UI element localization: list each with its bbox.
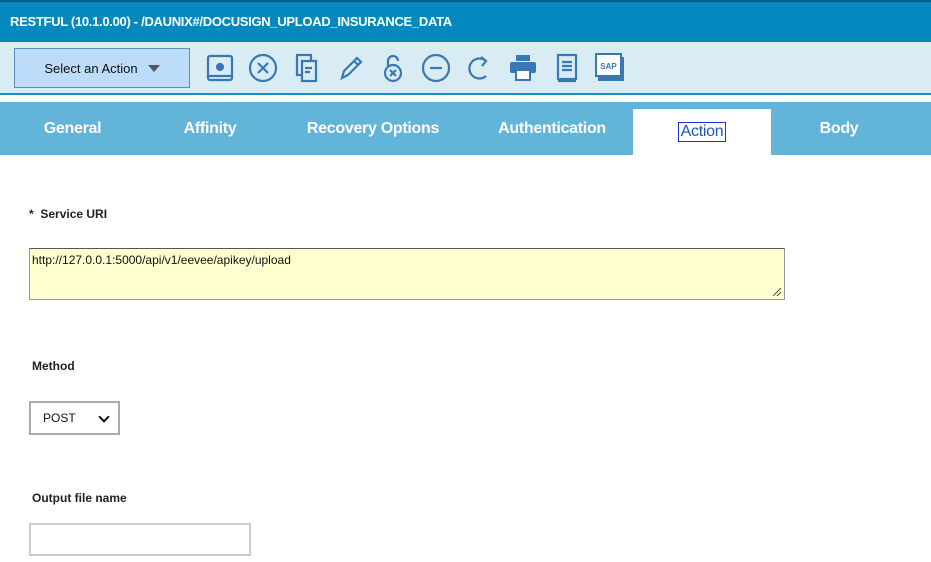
tab-body[interactable]: Body bbox=[771, 102, 907, 155]
sap-icon[interactable]: SAP bbox=[594, 52, 626, 84]
save-disk-icon[interactable] bbox=[204, 52, 236, 84]
unlock-x-icon[interactable] bbox=[377, 52, 409, 84]
select-action-label: Select an Action bbox=[44, 60, 138, 76]
remove-minus-icon[interactable] bbox=[420, 52, 452, 84]
tab-recovery-options[interactable]: Recovery Options bbox=[275, 102, 471, 155]
select-action-dropdown[interactable]: Select an Action bbox=[14, 48, 190, 88]
service-uri-label: * Service URI bbox=[29, 207, 107, 221]
tab-action-label: Action bbox=[677, 122, 727, 142]
resize-handle[interactable] bbox=[773, 288, 781, 296]
redo-icon[interactable] bbox=[463, 52, 495, 84]
tab-general[interactable]: General bbox=[0, 102, 145, 155]
method-select[interactable]: POST bbox=[29, 401, 120, 435]
tab-action[interactable]: Action bbox=[633, 109, 771, 155]
chevron-down-icon bbox=[98, 411, 110, 423]
document-list-icon[interactable] bbox=[551, 52, 583, 84]
cancel-circle-x-icon[interactable] bbox=[247, 52, 279, 84]
sap-icon-text: SAP bbox=[600, 62, 617, 71]
caret-down-icon bbox=[147, 64, 160, 72]
window-title: RESTFUL (10.1.0.00) - /DAUNIX#/DOCUSIGN_… bbox=[0, 0, 931, 42]
required-mark: * bbox=[29, 207, 34, 221]
output-file-input[interactable] bbox=[29, 523, 251, 556]
tab-authentication[interactable]: Authentication bbox=[471, 102, 633, 155]
tab-affinity[interactable]: Affinity bbox=[145, 102, 275, 155]
copy-documents-icon[interactable] bbox=[291, 52, 323, 84]
toolbar: Select an Action SAP bbox=[0, 42, 931, 95]
service-uri-value: http://127.0.0.1:5000/api/v1/eevee/apike… bbox=[32, 253, 291, 267]
output-file-label: Output file name bbox=[32, 491, 127, 505]
method-label: Method bbox=[32, 359, 75, 373]
tab-bar: General Affinity Recovery Options Authen… bbox=[0, 102, 931, 155]
service-uri-label-text: Service URI bbox=[40, 207, 108, 221]
edit-pencil-icon[interactable] bbox=[334, 52, 366, 84]
service-uri-input[interactable]: http://127.0.0.1:5000/api/v1/eevee/apike… bbox=[29, 248, 785, 300]
print-icon[interactable] bbox=[507, 52, 539, 84]
method-value: POST bbox=[43, 411, 76, 425]
